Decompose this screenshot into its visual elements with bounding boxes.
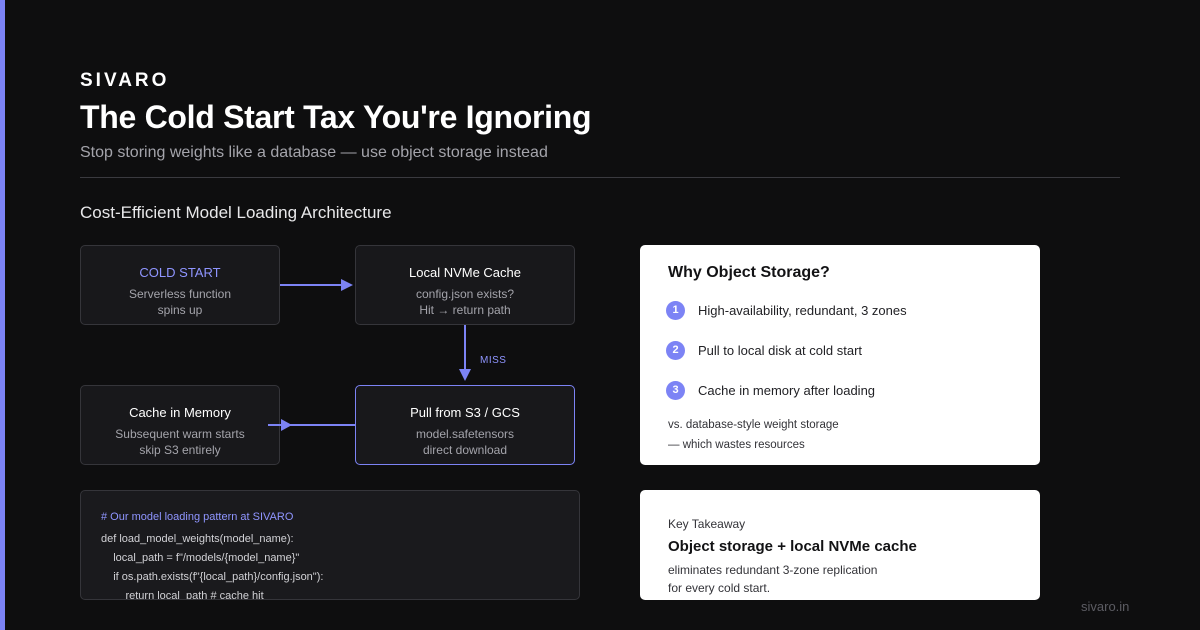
why-card-title: Why Object Storage? [668, 264, 830, 281]
step-number-badge: 1 [666, 300, 685, 320]
code-block: # Our model loading pattern at SIVARO de… [80, 490, 580, 600]
code-line: if os.path.exists(f"{local_path}/config.… [101, 571, 324, 583]
why-item-text: High-availability, redundant, 3 zones [698, 302, 907, 318]
takeaway-kicker: Key Takeaway [668, 517, 746, 531]
why-item-text: Cache in memory after loading [698, 382, 876, 398]
code-comment: # Our model loading pattern at SIVARO [101, 511, 294, 523]
takeaway-headline: Object storage + local NVMe cache [668, 538, 917, 555]
key-takeaway-card: Key Takeaway Object storage + local NVMe… [640, 490, 1040, 600]
why-object-storage-card: Why Object Storage? 1 High-availability,… [640, 245, 1040, 465]
code-line: local_path = f"/models/{model_name}" [101, 552, 300, 564]
takeaway-line: eliminates redundant 3-zone replication [668, 563, 878, 577]
code-line: return local_path # cache hit [101, 590, 264, 600]
arrowhead-right-icon [341, 279, 353, 291]
step-number-badge: 2 [666, 340, 685, 360]
why-card-note: — which wastes resources [668, 439, 805, 451]
why-card-note: vs. database-style weight storage [668, 419, 839, 431]
step-number-badge: 3 [666, 380, 685, 400]
footer-url: sivaro.in [1081, 599, 1130, 614]
miss-label: MISS [480, 355, 507, 366]
why-item: 3 Cache in memory after loading [666, 380, 875, 400]
why-item-text: Pull to local disk at cold start [698, 342, 863, 358]
takeaway-line: for every cold start. [668, 581, 771, 595]
code-line: def load_model_weights(model_name): [101, 533, 294, 545]
why-item: 1 High-availability, redundant, 3 zones [666, 300, 907, 320]
arrowhead-right-icon [281, 419, 292, 431]
arrowhead-down-icon [459, 369, 471, 381]
why-item: 2 Pull to local disk at cold start [666, 340, 862, 360]
